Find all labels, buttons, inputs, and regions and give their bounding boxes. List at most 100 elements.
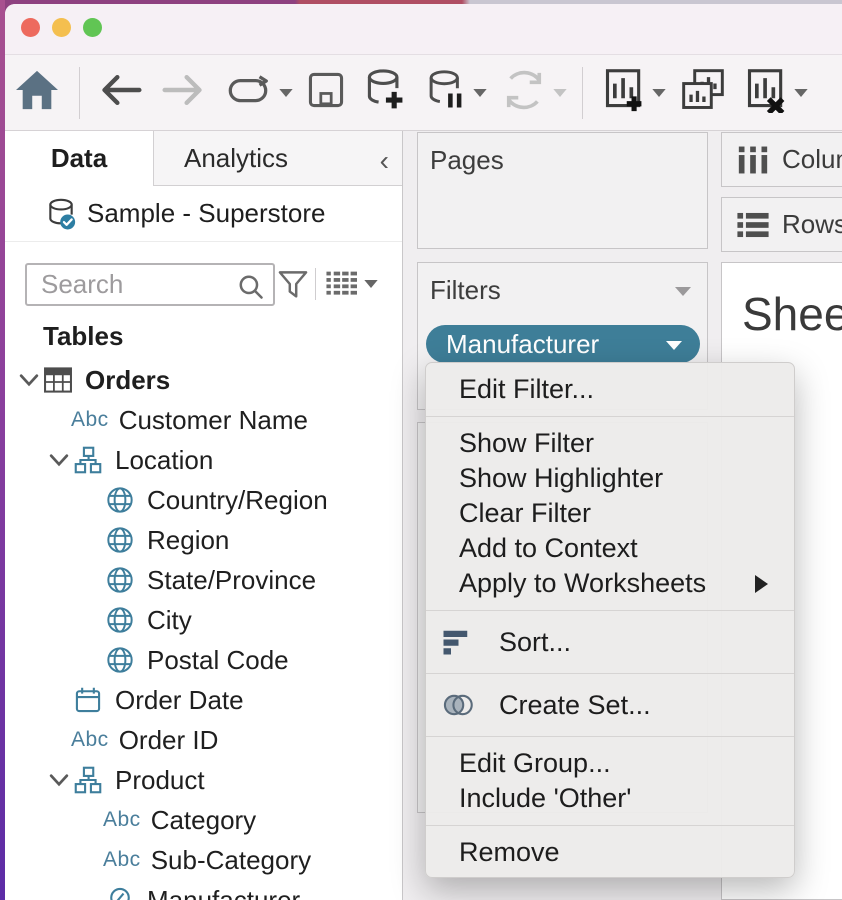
menu-section: Sort...	[426, 611, 794, 673]
home-button[interactable]	[5, 65, 69, 121]
close-button[interactable]	[21, 18, 40, 37]
chevron-expanded-icon[interactable]	[47, 773, 71, 787]
titlebar	[5, 4, 842, 55]
menu-section: Edit Group... Include 'Other'	[426, 737, 794, 825]
forward-button[interactable]	[152, 65, 214, 121]
refresh-button[interactable]	[492, 65, 556, 121]
field-label: Sub-Category	[150, 844, 312, 875]
menu-item-label: Clear Filter	[459, 498, 592, 528]
field-row-region[interactable]: Region	[5, 520, 402, 560]
menu-item-edit-group[interactable]: Edit Group...	[426, 746, 794, 781]
menu-item-clear-filter[interactable]: Clear Filter	[426, 496, 794, 531]
hierarchy-icon	[71, 446, 105, 474]
new-worksheet-icon	[602, 67, 646, 118]
field-label: Region	[147, 524, 230, 555]
collapse-pane-icon[interactable]: ‹	[380, 145, 389, 177]
globe-icon	[103, 606, 137, 634]
tab-data[interactable]: Data	[5, 131, 153, 186]
menu-item-sort[interactable]: Sort...	[426, 620, 794, 664]
menu-item-label: Sort...	[499, 626, 572, 657]
pause-auto-updates-button[interactable]	[416, 65, 476, 121]
field-row-location[interactable]: Location	[5, 440, 402, 480]
field-label: State/Province	[147, 564, 317, 595]
save-button[interactable]	[298, 65, 354, 121]
datasource-row[interactable]: Sample - Superstore	[5, 186, 402, 242]
search-box[interactable]	[25, 263, 275, 306]
filter-pill-label: Manufacturer	[446, 328, 600, 359]
columns-shelf[interactable]: Columns	[721, 132, 842, 187]
field-row-state-province[interactable]: State/Province	[5, 560, 402, 600]
menu-item-remove[interactable]: Remove	[426, 835, 794, 870]
funnel-icon[interactable]	[277, 268, 309, 300]
back-button[interactable]	[90, 65, 152, 121]
globe-icon	[103, 566, 137, 594]
menu-section: Create Set...	[426, 674, 794, 736]
menu-item-add-to-context[interactable]: Add to Context	[426, 531, 794, 566]
grid-view-icon[interactable]	[325, 270, 357, 298]
magnifier-icon	[237, 273, 265, 306]
data-pane: Data Analytics ‹ Sample - Superstore Sea…	[5, 131, 403, 900]
add-data-button[interactable]	[354, 65, 416, 121]
menu-item-create-set[interactable]: Create Set...	[426, 683, 794, 727]
duplicate-sheet-button[interactable]	[671, 65, 735, 121]
field-label: Location	[115, 444, 214, 475]
field-row-manufacturer[interactable]: Manufacturer	[5, 880, 402, 900]
field-label: Order Date	[115, 684, 244, 715]
field-list: Orders Abc Customer Name Location Country/Re…	[5, 360, 402, 900]
field-label: City	[147, 604, 192, 635]
search-input[interactable]	[39, 267, 229, 302]
pill-caret-icon[interactable]	[666, 341, 682, 350]
tableau-window: Data Analytics ‹ Sample - Superstore Sea…	[5, 4, 842, 900]
search-row	[5, 242, 402, 312]
minimize-button[interactable]	[52, 18, 71, 37]
filter-pill-manufacturer[interactable]: Manufacturer	[426, 325, 700, 363]
menu-item-show-highlighter[interactable]: Show Highlighter	[426, 461, 794, 496]
chevron-expanded-icon[interactable]	[17, 373, 41, 387]
menu-section: Show Filter Show Highlighter Clear Filter A…	[426, 417, 794, 610]
hierarchy-icon	[71, 766, 105, 794]
columns-icon	[736, 145, 770, 175]
field-row-postal-code[interactable]: Postal Code	[5, 640, 402, 680]
field-row-country-region[interactable]: Country/Region	[5, 480, 402, 520]
menu-item-label: Create Set...	[499, 689, 651, 720]
field-row-order-id[interactable]: Abc Order ID	[5, 720, 402, 760]
menu-item-apply-to-worksheets[interactable]: Apply to Worksheets	[426, 566, 794, 601]
redo-loop-icon	[223, 75, 273, 110]
rows-shelf[interactable]: Rows	[721, 197, 842, 252]
menu-item-show-filter[interactable]: Show Filter	[426, 426, 794, 461]
refresh-caret-icon[interactable]	[552, 87, 572, 99]
clear-sheet-icon	[744, 67, 788, 118]
zoom-button[interactable]	[83, 18, 102, 37]
submenu-arrow-icon	[755, 575, 768, 593]
field-row-customer-name[interactable]: Abc Customer Name	[5, 400, 402, 440]
field-row-order-date[interactable]: Order Date	[5, 680, 402, 720]
tables-header: Tables	[43, 321, 124, 351]
filters-card-caret-icon[interactable]	[675, 287, 691, 296]
clear-sheet-button[interactable]	[735, 65, 797, 121]
datasource-cylinder-check-icon	[45, 197, 77, 231]
menu-item-include-other[interactable]: Include 'Other'	[426, 781, 794, 816]
pane-tabs: Data Analytics ‹	[5, 131, 402, 186]
refresh-icon	[501, 69, 547, 116]
field-row-orders[interactable]: Orders	[5, 360, 402, 400]
redo-caret-icon[interactable]	[278, 87, 298, 99]
menu-item-edit-filter[interactable]: Edit Filter...	[426, 372, 794, 407]
caret-down-icon[interactable]	[363, 278, 379, 290]
pause-auto-updates-caret-icon[interactable]	[472, 87, 492, 99]
pages-shelf[interactable]: Pages	[417, 132, 708, 249]
chevron-expanded-icon[interactable]	[47, 453, 71, 467]
field-row-city[interactable]: City	[5, 600, 402, 640]
field-row-category[interactable]: Abc Category	[5, 800, 402, 840]
pause-updates-cylinder-icon	[425, 68, 467, 117]
globe-icon	[103, 646, 137, 674]
tab-analytics[interactable]: Analytics ‹	[153, 131, 402, 186]
clear-sheet-caret-icon[interactable]	[793, 87, 813, 99]
new-worksheet-caret-icon[interactable]	[651, 87, 671, 99]
field-row-product[interactable]: Product	[5, 760, 402, 800]
field-row-sub-category[interactable]: Abc Sub-Category	[5, 840, 402, 880]
redo-button[interactable]	[214, 65, 282, 121]
new-worksheet-button[interactable]	[593, 65, 655, 121]
datasource-name: Sample - Superstore	[87, 198, 326, 228]
table-icon	[41, 366, 75, 394]
add-data-cylinder-icon	[363, 68, 407, 117]
